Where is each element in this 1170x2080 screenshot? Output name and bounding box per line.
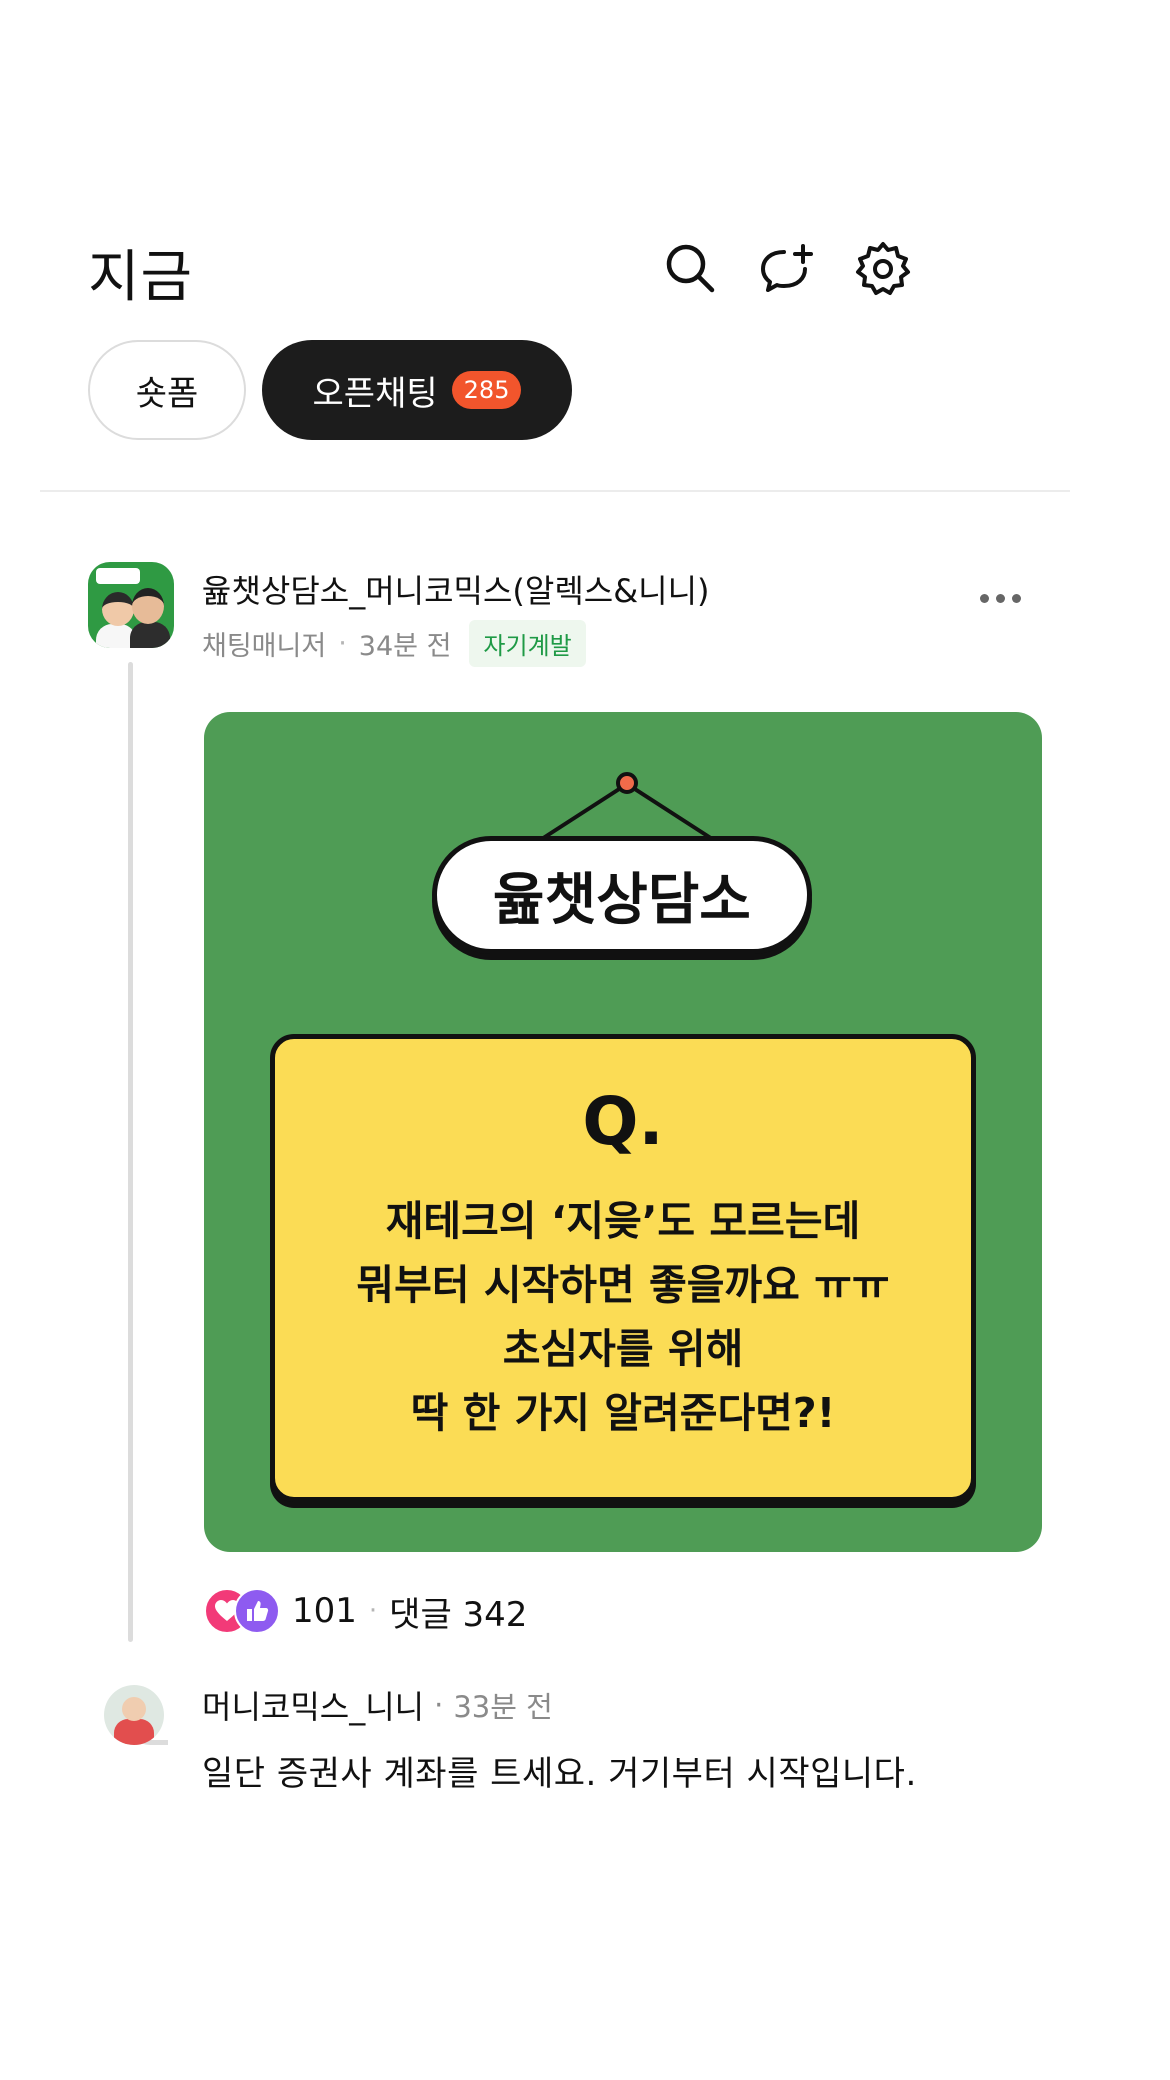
feed-panel: 지금 숏폼 오픈채팅 285 윮챗상담소_머니코믹스(알렉스&니니) 채팅매니저… xyxy=(40,190,1070,1890)
thread-line xyxy=(128,662,133,1642)
tab-shortform-label: 숏폼 xyxy=(135,373,199,414)
gear-icon[interactable] xyxy=(852,238,914,300)
thumbs-up-icon xyxy=(234,1588,280,1634)
sign-hook xyxy=(616,772,638,794)
comment-header: 머니코믹스_니니 · 33분 전 xyxy=(202,1682,553,1728)
more-options-icon[interactable] xyxy=(980,586,1040,610)
comment-count-link[interactable]: 댓글 342 xyxy=(389,1587,527,1636)
author-role: 채팅매니저 xyxy=(202,631,327,662)
tab-shortform[interactable]: 숏폼 xyxy=(88,340,246,440)
question-label: Q. xyxy=(582,1083,664,1160)
category-badge[interactable]: 자기계발 xyxy=(469,620,586,667)
page-title: 지금 xyxy=(88,245,194,310)
post-author-name[interactable]: 윮챗상담소_머니코믹스(알렉스&니니) xyxy=(202,566,710,612)
reactions-bar[interactable]: 101 · 댓글 342 xyxy=(204,1586,527,1636)
post-time: 34분 전 xyxy=(358,631,452,662)
post-author-avatar[interactable] xyxy=(88,562,174,648)
comment-text: 일단 증권사 계좌를 트세요. 거기부터 시작입니다. xyxy=(202,1754,917,1794)
tab-openchat[interactable]: 오픈채팅 285 xyxy=(262,340,572,440)
question-line: 초심자를 위해 xyxy=(502,1325,744,1373)
add-friend-chat-icon[interactable] xyxy=(756,238,818,300)
search-icon[interactable] xyxy=(660,238,722,300)
count-badge: 285 xyxy=(451,371,522,409)
reaction-count: 101 xyxy=(292,1591,357,1631)
question-line: 딱 한 가지 알려준다면?! xyxy=(410,1389,836,1437)
question-text: 재테크의 ‘지읒’도 모르는데 뭐부터 시작하면 좋을까요 ㅠㅠ 초심자를 위해… xyxy=(275,1189,971,1445)
question-line: 재테크의 ‘지읒’도 모르는데 xyxy=(385,1197,861,1245)
post-meta: 채팅매니저 · 34분 전 자기계발 xyxy=(202,620,586,667)
comment-author-avatar[interactable] xyxy=(104,1685,164,1745)
question-box: Q. 재테크의 ‘지읒’도 모르는데 뭐부터 시작하면 좋을까요 ㅠㅠ 초심자를… xyxy=(270,1034,976,1502)
reaction-icons xyxy=(204,1586,280,1636)
comment-time: 33분 전 xyxy=(453,1690,553,1724)
sign-title: 윮챗상담소 xyxy=(432,836,812,954)
question-line: 뭐부터 시작하면 좋을까요 ㅠㅠ xyxy=(356,1261,890,1309)
post-image[interactable]: 윮챗상담소 Q. 재테크의 ‘지읒’도 모르는데 뭐부터 시작하면 좋을까요 ㅠ… xyxy=(204,712,1042,1552)
tab-openchat-label: 오픈채팅 xyxy=(312,373,438,414)
divider xyxy=(40,490,1070,492)
comment-author-name[interactable]: 머니코믹스_니니 xyxy=(202,1682,424,1728)
